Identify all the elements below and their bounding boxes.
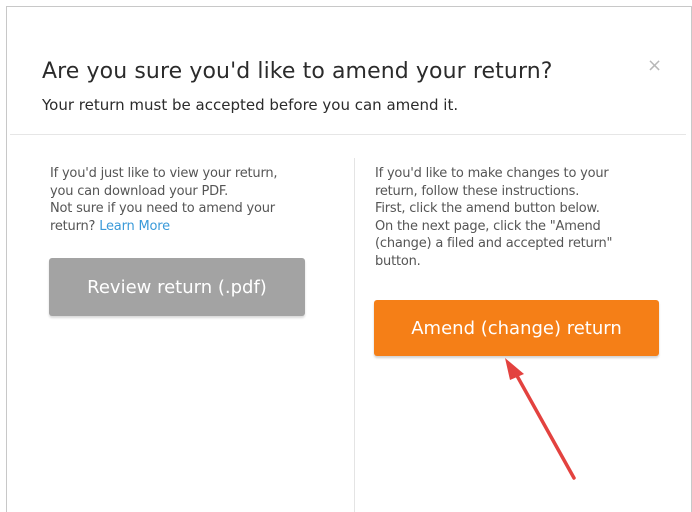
instruction-line: If you'd just like to view your return,	[50, 166, 278, 181]
review-return-pdf-button[interactable]: Review return (.pdf)	[49, 258, 305, 316]
instruction-line: If you'd like to make changes to your	[375, 166, 609, 181]
instruction-line-prefix: return?	[50, 218, 100, 234]
close-icon[interactable]: ×	[647, 57, 662, 75]
instruction-line: Not sure if you need to amend your	[50, 201, 275, 216]
instruction-line: return, follow these instructions.	[375, 183, 580, 199]
page: × Are you sure you'd like to amend your …	[0, 0, 692, 512]
amend-change-return-button[interactable]: Amend (change) return	[374, 300, 659, 356]
instruction-line: (change) a filed and accepted return"	[375, 236, 613, 251]
header-divider	[10, 134, 686, 135]
instruction-line: On the next page, click the "Amend	[375, 218, 601, 234]
instruction-line: First, click the amend button below.	[375, 201, 600, 216]
view-return-instructions: If you'd just like to view your return, …	[50, 165, 335, 235]
instruction-line: you can download your PDF.	[50, 183, 229, 199]
instruction-line: return? Learn More	[50, 218, 335, 236]
column-divider	[354, 158, 355, 512]
dialog-title: Are you sure you'd like to amend your re…	[42, 59, 553, 84]
instruction-line: button.	[375, 253, 421, 269]
learn-more-link[interactable]: Learn More	[99, 219, 170, 234]
dialog-subtitle: Your return must be accepted before you …	[42, 96, 459, 114]
amend-return-instructions: If you'd like to make changes to your re…	[375, 165, 665, 270]
